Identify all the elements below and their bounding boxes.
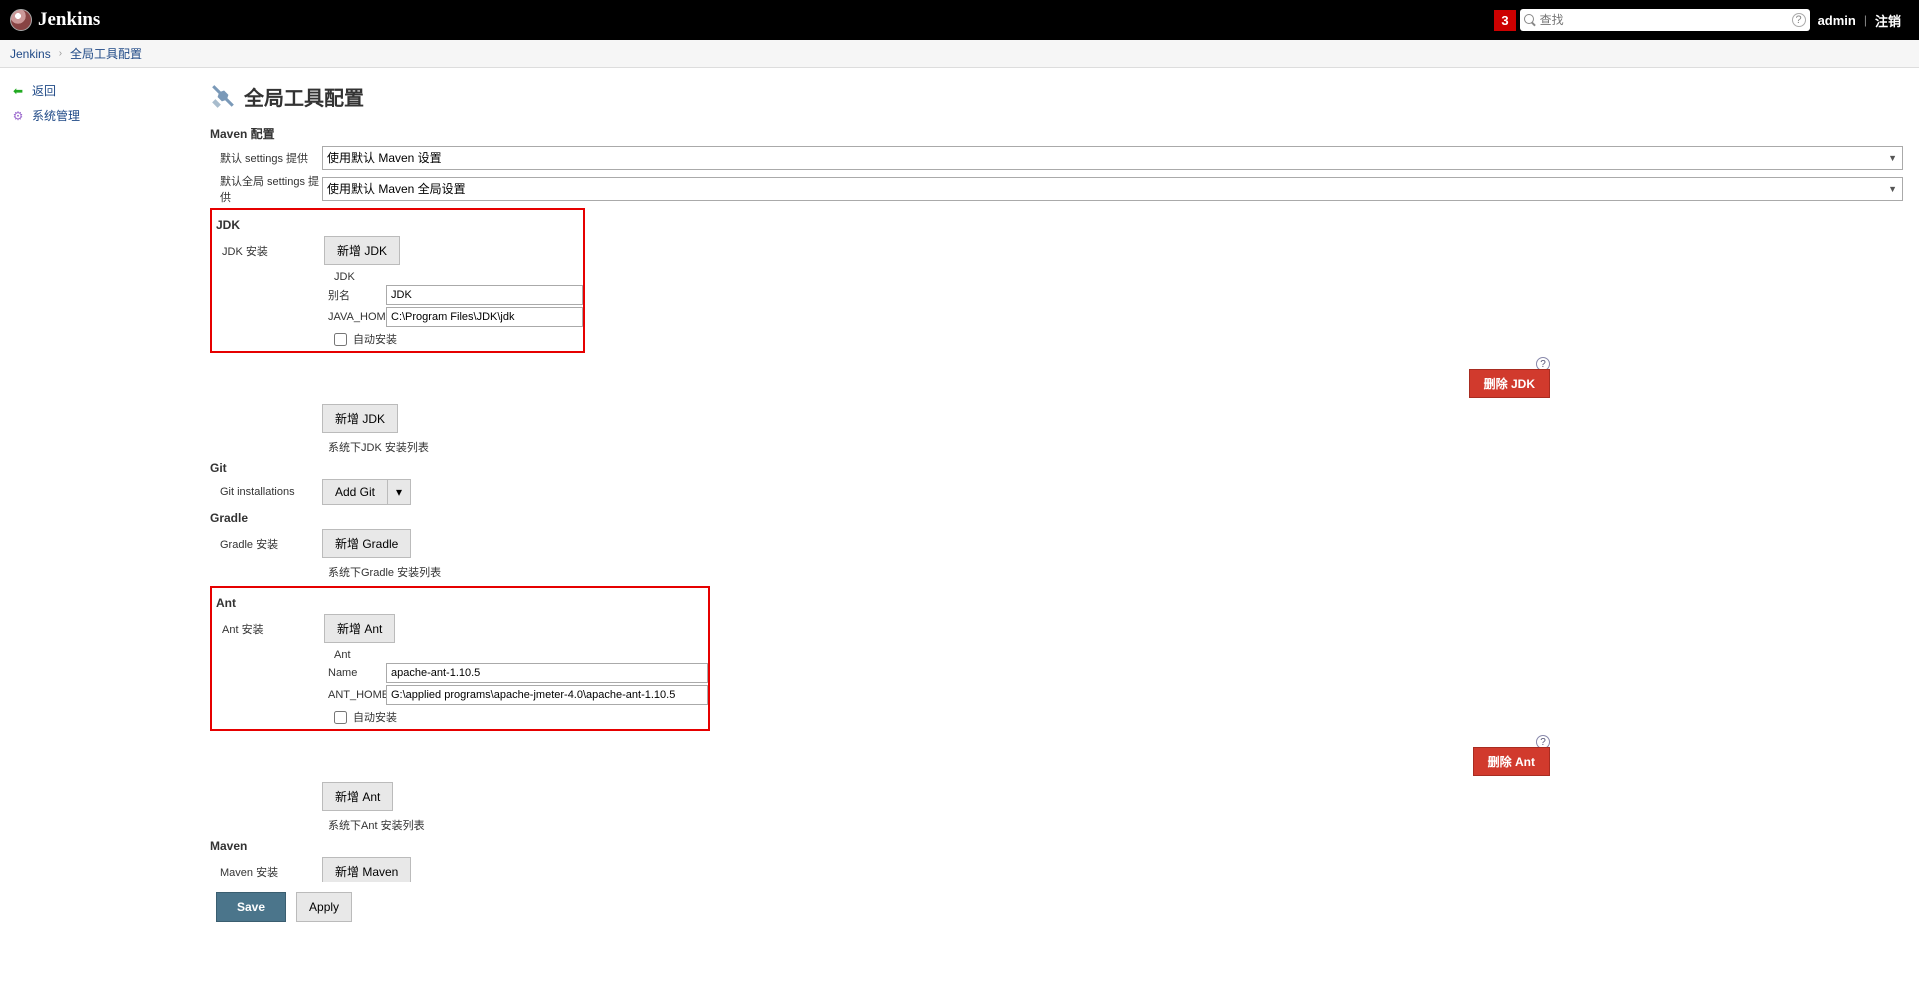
jdk-alias-label: 别名 (328, 287, 386, 303)
jdk-alias-input[interactable] (386, 285, 583, 305)
add-git-button[interactable]: Add Git (322, 479, 387, 505)
search-box[interactable]: ? (1520, 9, 1810, 31)
ant-highlight-box: Ant Ant 安装 新增 Ant Ant Name ANT_HOME 自动安装 (210, 586, 710, 731)
gradle-list-note: 系统下Gradle 安装列表 (328, 564, 1903, 580)
gradle-install-label: Gradle 安装 (210, 536, 322, 552)
bottom-action-bar: Save Apply (0, 882, 1919, 932)
jdk-auto-install-checkbox[interactable] (334, 333, 347, 346)
ant-install-label: Ant 安装 (212, 621, 324, 637)
ant-heading: Ant (212, 596, 708, 610)
jdk-heading: JDK (212, 218, 583, 232)
ant-auto-install-label: 自动安装 (353, 709, 397, 725)
gear-icon: ⚙ (10, 108, 26, 124)
maven-install-label: Maven 安装 (210, 864, 322, 880)
add-gradle-button[interactable]: 新增 Gradle (322, 529, 411, 558)
breadcrumb: Jenkins › 全局工具配置 (0, 40, 1919, 68)
jenkins-logo[interactable]: Jenkins (10, 9, 100, 31)
breadcrumb-page[interactable]: 全局工具配置 (70, 45, 142, 62)
apply-button[interactable]: Apply (296, 892, 352, 922)
page-title: 全局工具配置 (244, 82, 364, 111)
add-jdk-button-2[interactable]: 新增 JDK (322, 404, 398, 433)
chevron-right-icon: › (59, 48, 62, 59)
header-separator: | (1864, 13, 1867, 27)
maven-settings-select[interactable]: 使用默认 Maven 设置 (322, 146, 1903, 170)
breadcrumb-home[interactable]: Jenkins (10, 47, 51, 61)
jdk-home-input[interactable] (386, 307, 583, 327)
add-ant-button-2[interactable]: 新增 Ant (322, 782, 393, 811)
maven-global-settings-select[interactable]: 使用默认 Maven 全局设置 (322, 177, 1903, 201)
jdk-highlight-box: JDK JDK 安装 新增 JDK JDK 别名 JAVA_HOME 自动安装 (210, 208, 585, 353)
add-git-caret[interactable]: ▾ (387, 479, 411, 505)
maven-global-settings-label: 默认全局 settings 提供 (210, 173, 322, 205)
delete-jdk-button[interactable]: 删除 JDK (1469, 369, 1550, 398)
notification-badge[interactable]: 3 (1494, 10, 1515, 31)
jenkins-icon (10, 9, 32, 31)
ant-sub-heading: Ant (334, 649, 708, 661)
tools-icon (210, 84, 236, 110)
search-icon (1524, 14, 1536, 26)
ant-home-label: ANT_HOME (328, 689, 386, 701)
ant-auto-install-checkbox[interactable] (334, 711, 347, 724)
delete-ant-button[interactable]: 删除 Ant (1473, 747, 1550, 776)
top-header: Jenkins 3 ? admin | 注销 (0, 0, 1919, 40)
ant-name-input[interactable] (386, 663, 708, 683)
page-title-row: 全局工具配置 (210, 82, 1903, 111)
add-jdk-button[interactable]: 新增 JDK (324, 236, 400, 265)
maven-heading: Maven (210, 839, 1903, 853)
sidebar: ⬅ 返回 ⚙ 系统管理 (0, 68, 200, 990)
search-input[interactable] (1536, 11, 1790, 29)
save-button[interactable]: Save (216, 892, 286, 922)
jdk-home-label: JAVA_HOME (328, 311, 386, 323)
jdk-list-note: 系统下JDK 安装列表 (328, 439, 1903, 455)
sidebar-manage[interactable]: ⚙ 系统管理 (10, 103, 200, 128)
sidebar-back[interactable]: ⬅ 返回 (10, 78, 200, 103)
gradle-heading: Gradle (210, 511, 1903, 525)
maven-config-heading: Maven 配置 (210, 125, 1903, 142)
back-arrow-icon: ⬅ (10, 83, 26, 99)
main-content: 全局工具配置 Maven 配置 默认 settings 提供 使用默认 Mave… (200, 68, 1919, 990)
add-ant-button[interactable]: 新增 Ant (324, 614, 395, 643)
ant-home-input[interactable] (386, 685, 708, 705)
sidebar-back-label: 返回 (32, 82, 56, 99)
git-install-label: Git installations (210, 486, 322, 498)
search-help-icon[interactable]: ? (1792, 13, 1806, 27)
ant-list-note: 系统下Ant 安装列表 (328, 817, 1903, 833)
user-link[interactable]: admin (1818, 13, 1856, 28)
git-heading: Git (210, 461, 1903, 475)
jdk-auto-install-label: 自动安装 (353, 331, 397, 347)
jdk-install-label: JDK 安装 (212, 243, 324, 259)
jdk-sub-heading: JDK (334, 271, 583, 283)
logout-link[interactable]: 注销 (1875, 11, 1901, 30)
ant-name-label: Name (328, 667, 386, 679)
sidebar-manage-label: 系统管理 (32, 107, 80, 124)
maven-settings-label: 默认 settings 提供 (210, 150, 322, 166)
brand-text: Jenkins (38, 9, 100, 31)
